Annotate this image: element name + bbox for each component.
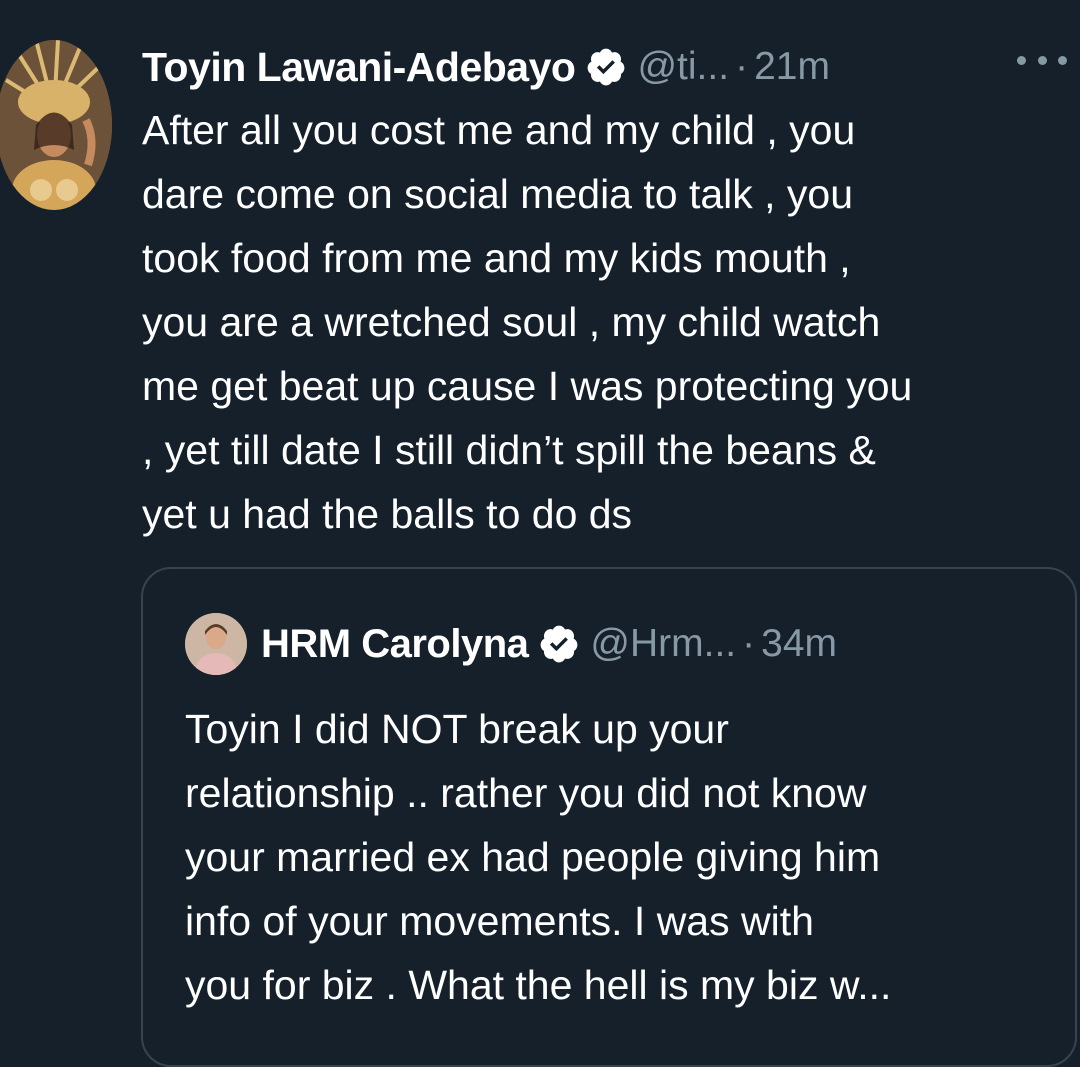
quoted-tweet-header: HRM Carolyna @Hrm... · 34m (185, 613, 837, 675)
quoted-author-name[interactable]: HRM Carolyna (261, 622, 529, 667)
author-name[interactable]: Toyin Lawani-Adebayo (142, 44, 576, 91)
author-handle[interactable]: @ti... (637, 45, 729, 89)
tweet-header: Toyin Lawani-Adebayo @ti... · 21m (142, 38, 1077, 96)
quoted-tweet-text: Toyin I did NOT break up your relationsh… (185, 706, 892, 1008)
verified-badge-icon (538, 623, 580, 665)
tweet[interactable]: Toyin Lawani-Adebayo @ti... · 21m After … (0, 0, 1080, 1067)
author-avatar[interactable] (0, 40, 112, 210)
quoted-tweet[interactable]: HRM Carolyna @Hrm... · 34m Toyin I did N… (141, 567, 1077, 1067)
tweet-text: After all you cost me and my child , you… (142, 107, 913, 537)
quoted-author-handle[interactable]: @Hrm... (590, 622, 736, 666)
tweet-timestamp[interactable]: 21m (754, 45, 830, 89)
separator-dot: · (742, 622, 756, 665)
separator-dot: · (735, 45, 749, 88)
more-horizontal-icon[interactable] (1017, 50, 1067, 70)
tweet-content: Toyin Lawani-Adebayo @ti... · 21m After … (142, 38, 1077, 546)
quoted-tweet-timestamp[interactable]: 34m (761, 622, 837, 666)
quoted-author-avatar[interactable] (185, 613, 247, 675)
verified-badge-icon (585, 46, 627, 88)
